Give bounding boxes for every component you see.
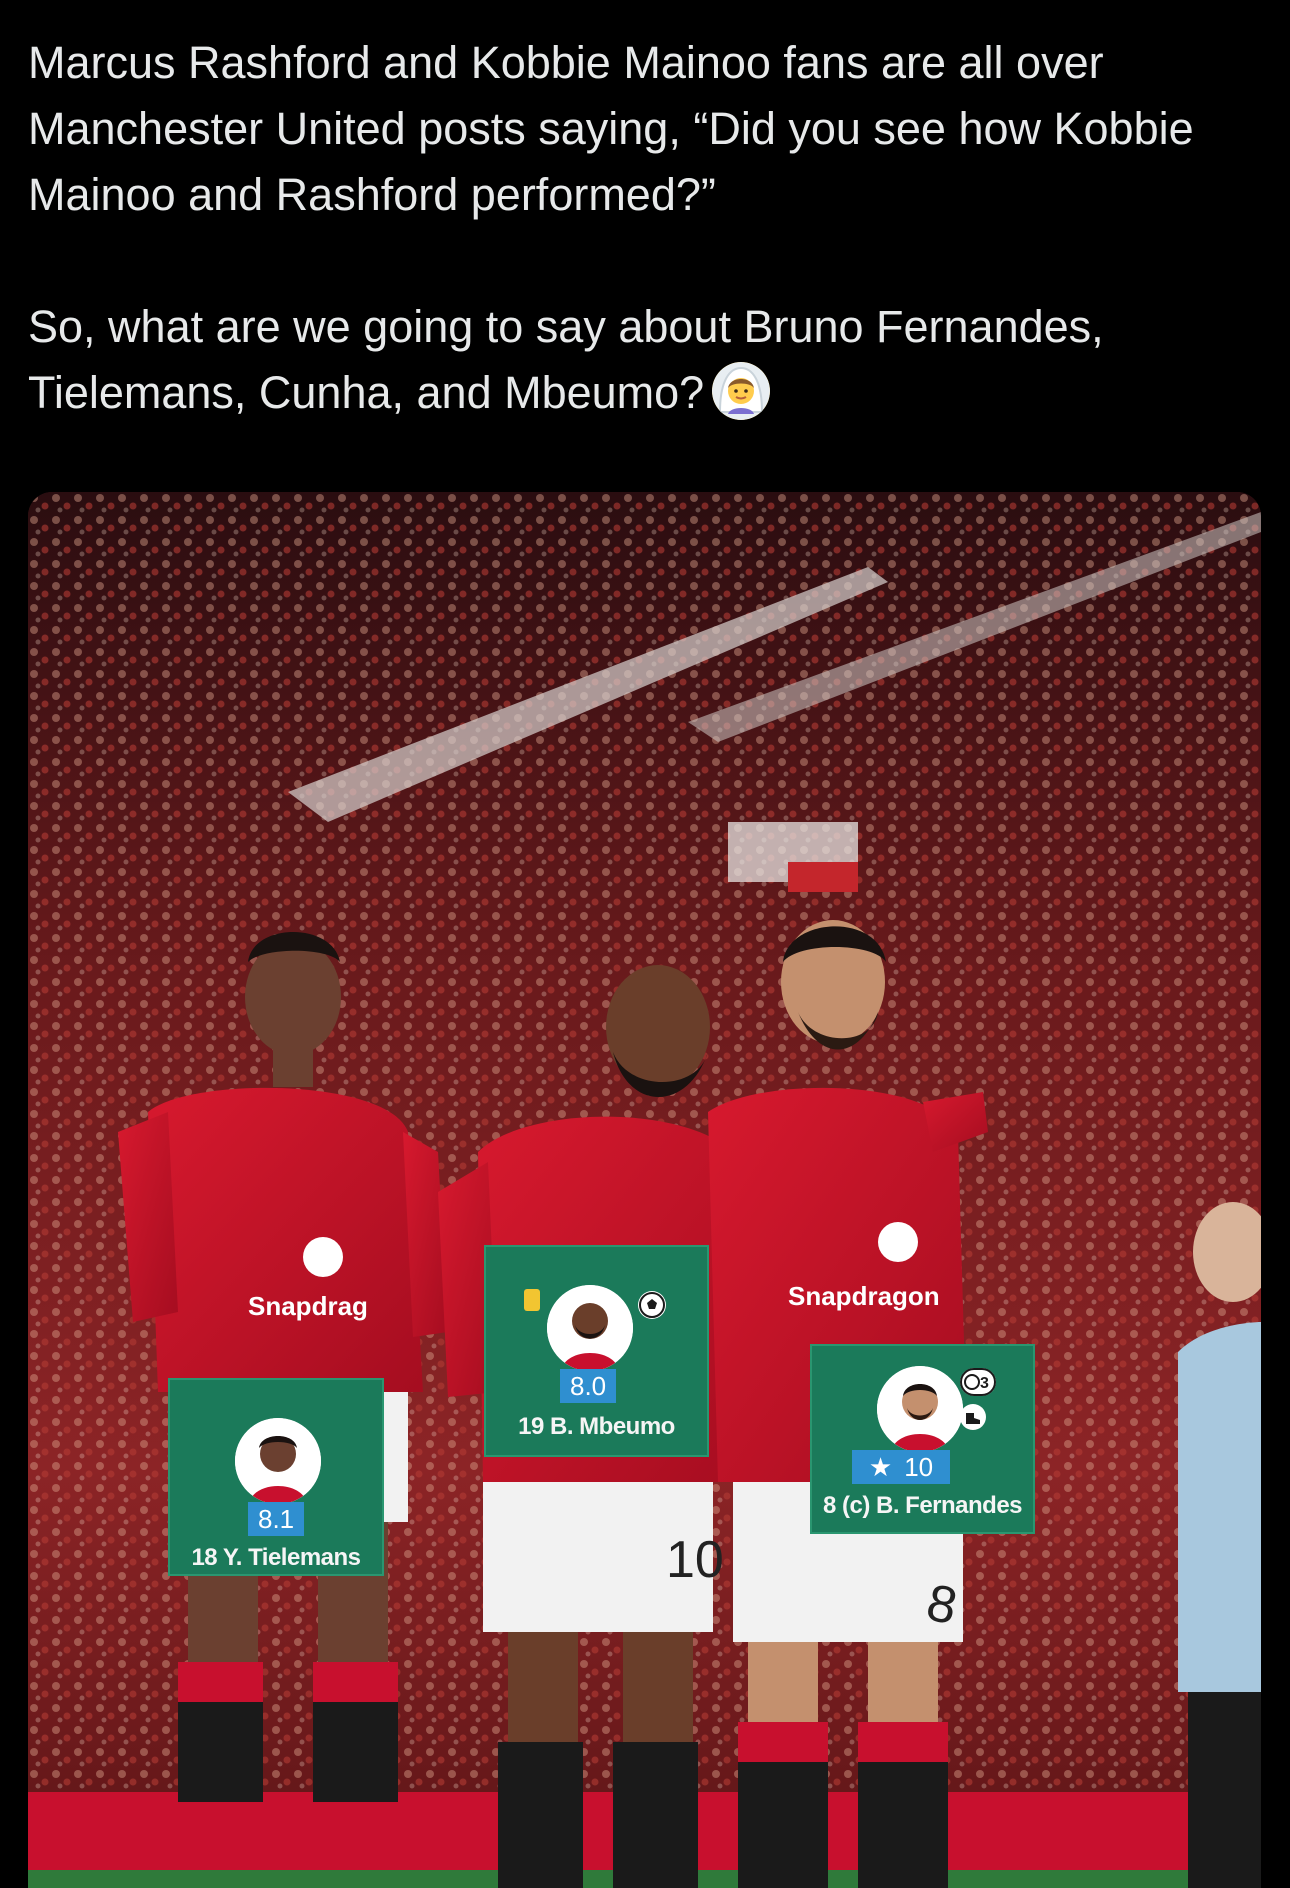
yellow-card-icon bbox=[524, 1289, 540, 1311]
player-name: 19 B. Mbeumo bbox=[518, 1413, 675, 1440]
svg-text:3: 3 bbox=[980, 1375, 989, 1392]
post-text: Marcus Rashford and Kobbie Mainoo fans a… bbox=[28, 30, 1248, 426]
assist-boot-icon bbox=[960, 1404, 986, 1430]
player-avatar-icon bbox=[877, 1366, 963, 1452]
rating-card-tielemans[interactable]: 8.1 18 Y. Tielemans bbox=[168, 1378, 384, 1576]
post-paragraph-2: So, what are we going to say about Bruno… bbox=[28, 294, 1248, 426]
person-with-veil-emoji-icon bbox=[712, 362, 771, 420]
player-rating: ★ 10 bbox=[852, 1450, 950, 1484]
goal-ball-icon bbox=[638, 1291, 666, 1319]
player-name: 18 Y. Tielemans bbox=[191, 1544, 361, 1571]
svg-text:Snapdragon: Snapdragon bbox=[788, 1281, 940, 1311]
player-avatar-icon bbox=[547, 1285, 633, 1371]
svg-text:10: 10 bbox=[666, 1531, 724, 1589]
post-paragraph-1: Marcus Rashford and Kobbie Mainoo fans a… bbox=[28, 37, 1194, 220]
captain-star-icon: ★ bbox=[868, 1452, 893, 1482]
stadium-scene-image: Snapdrag 10 Snapdragon 8 bbox=[28, 492, 1261, 1888]
assist-count-icon: 3 bbox=[960, 1368, 996, 1396]
player-rating: 8.1 bbox=[248, 1502, 305, 1536]
player-name: 8 (c) B. Fernandes bbox=[822, 1492, 1023, 1519]
player-rating: 8.0 bbox=[560, 1369, 617, 1403]
post-photo[interactable]: Snapdrag 10 Snapdragon 8 8.1 18 Y. Tiele… bbox=[28, 492, 1261, 1888]
svg-text:Snapdrag: Snapdrag bbox=[248, 1291, 368, 1321]
rating-card-fernandes[interactable]: 3 ★ 10 8 (c) B. Fernandes bbox=[810, 1344, 1035, 1534]
player-avatar-icon bbox=[235, 1418, 321, 1504]
rating-card-mbeumo[interactable]: 8.0 19 B. Mbeumo bbox=[484, 1245, 709, 1457]
post-paragraph-2-text: So, what are we going to say about Bruno… bbox=[28, 301, 1104, 418]
